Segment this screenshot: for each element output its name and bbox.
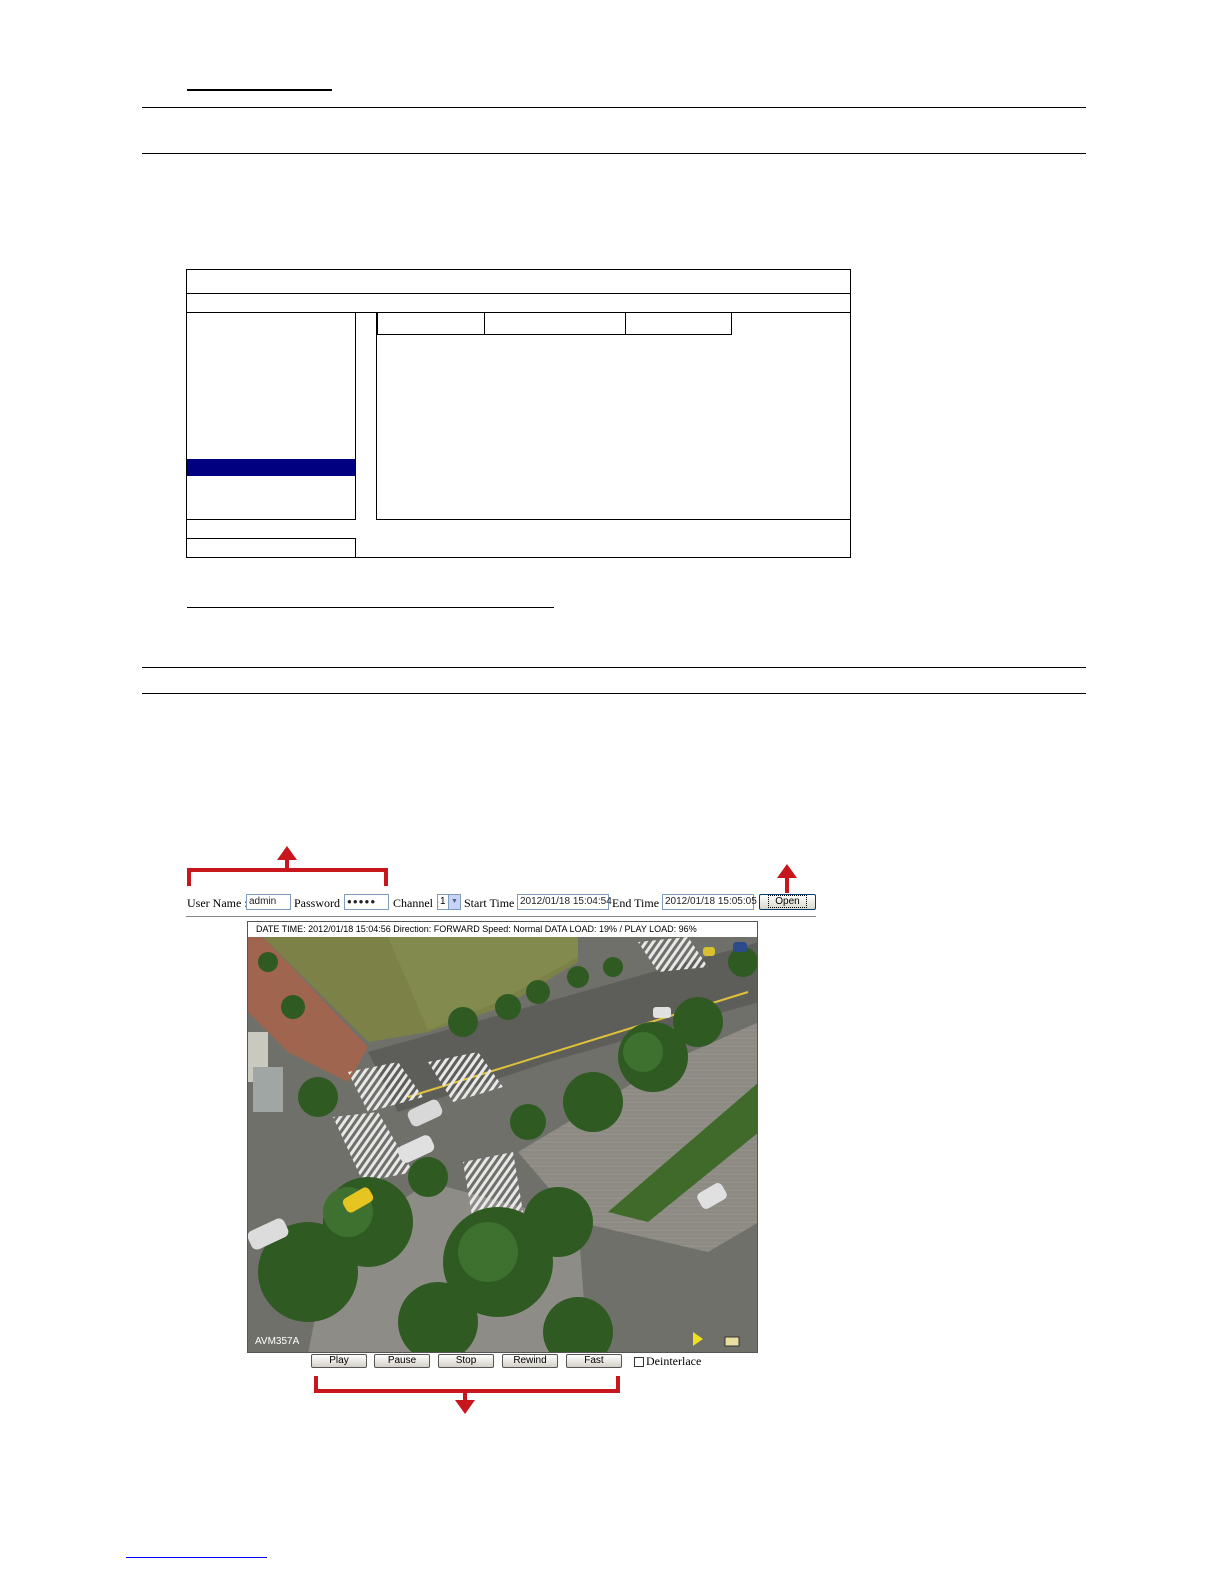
diagram-tab-1 bbox=[377, 313, 485, 335]
rule-mid-1 bbox=[142, 667, 1086, 668]
username-input[interactable]: admin bbox=[246, 894, 291, 910]
password-input[interactable]: ●●●●● bbox=[344, 894, 389, 910]
diagram-bottom-divider bbox=[355, 538, 356, 558]
rule-top-2 bbox=[142, 153, 1086, 154]
callout-bracket-bottom-right bbox=[616, 1376, 620, 1393]
start-time-label: Start Time : bbox=[464, 896, 521, 910]
stop-button[interactable]: Stop bbox=[438, 1354, 494, 1368]
diagram-tab-3 bbox=[625, 313, 732, 335]
open-button-label: Open bbox=[768, 895, 807, 908]
arrow-down-icon bbox=[455, 1400, 475, 1414]
channel-select[interactable]: 1 ▼ bbox=[437, 894, 461, 910]
toolbar-separator bbox=[186, 916, 816, 917]
deinterlace-checkbox[interactable] bbox=[634, 1357, 644, 1367]
open-button[interactable]: Open bbox=[759, 894, 816, 910]
video-status-bar: DATE TIME: 2012/01/18 15:04:56 Direction… bbox=[248, 922, 757, 937]
callout-bracket-right bbox=[384, 868, 388, 886]
pause-button[interactable]: Pause bbox=[374, 1354, 430, 1368]
diagram-left-menu bbox=[187, 312, 356, 520]
section-underline bbox=[187, 607, 554, 608]
channel-select-value: 1 bbox=[440, 896, 446, 907]
diagram-title-bar bbox=[187, 270, 850, 294]
header-underline bbox=[187, 89, 332, 91]
player-toolbar: User Name : admin Password : ●●●●● Chann… bbox=[186, 892, 818, 914]
diagram-selected-item bbox=[187, 459, 355, 476]
camera-name-label: AVM357A bbox=[255, 1336, 300, 1347]
end-time-label: End Time : bbox=[612, 896, 666, 910]
menu-diagram bbox=[186, 269, 851, 558]
end-time-input[interactable]: 2012/01/18 15:05:05 bbox=[662, 894, 757, 910]
channel-label: Channel : bbox=[393, 896, 440, 910]
username-label: User Name : bbox=[187, 896, 248, 910]
diagram-bottom-rule bbox=[187, 538, 356, 539]
password-label: Password : bbox=[294, 896, 347, 910]
arrow-up-icon bbox=[777, 864, 797, 878]
video-viewport[interactable]: DATE TIME: 2012/01/18 15:04:56 Direction… bbox=[247, 921, 758, 1353]
deinterlace-label: Deinterlace bbox=[646, 1354, 702, 1368]
diagram-menu-bar bbox=[187, 293, 850, 313]
fast-button[interactable]: Fast bbox=[566, 1354, 622, 1368]
callout-bracket-left bbox=[187, 868, 191, 886]
callout-bracket-bottom bbox=[314, 1389, 620, 1393]
chevron-down-icon[interactable]: ▼ bbox=[448, 895, 460, 909]
arrow-up-icon bbox=[277, 846, 297, 860]
play-button[interactable]: Play bbox=[311, 1354, 367, 1368]
callout-bracket-bottom-left bbox=[314, 1376, 318, 1393]
diagram-tab-2 bbox=[484, 313, 626, 335]
rewind-button[interactable]: Rewind bbox=[502, 1354, 558, 1368]
callout-arrow-stem-right bbox=[785, 876, 789, 893]
rule-top-1 bbox=[142, 107, 1086, 108]
camera-scene-image bbox=[248, 922, 757, 1352]
rule-mid-2 bbox=[142, 693, 1086, 694]
diagram-content-panel bbox=[376, 312, 851, 520]
start-time-input[interactable]: 2012/01/18 15:04:54 bbox=[517, 894, 612, 910]
footer-link-underline bbox=[126, 1557, 267, 1558]
